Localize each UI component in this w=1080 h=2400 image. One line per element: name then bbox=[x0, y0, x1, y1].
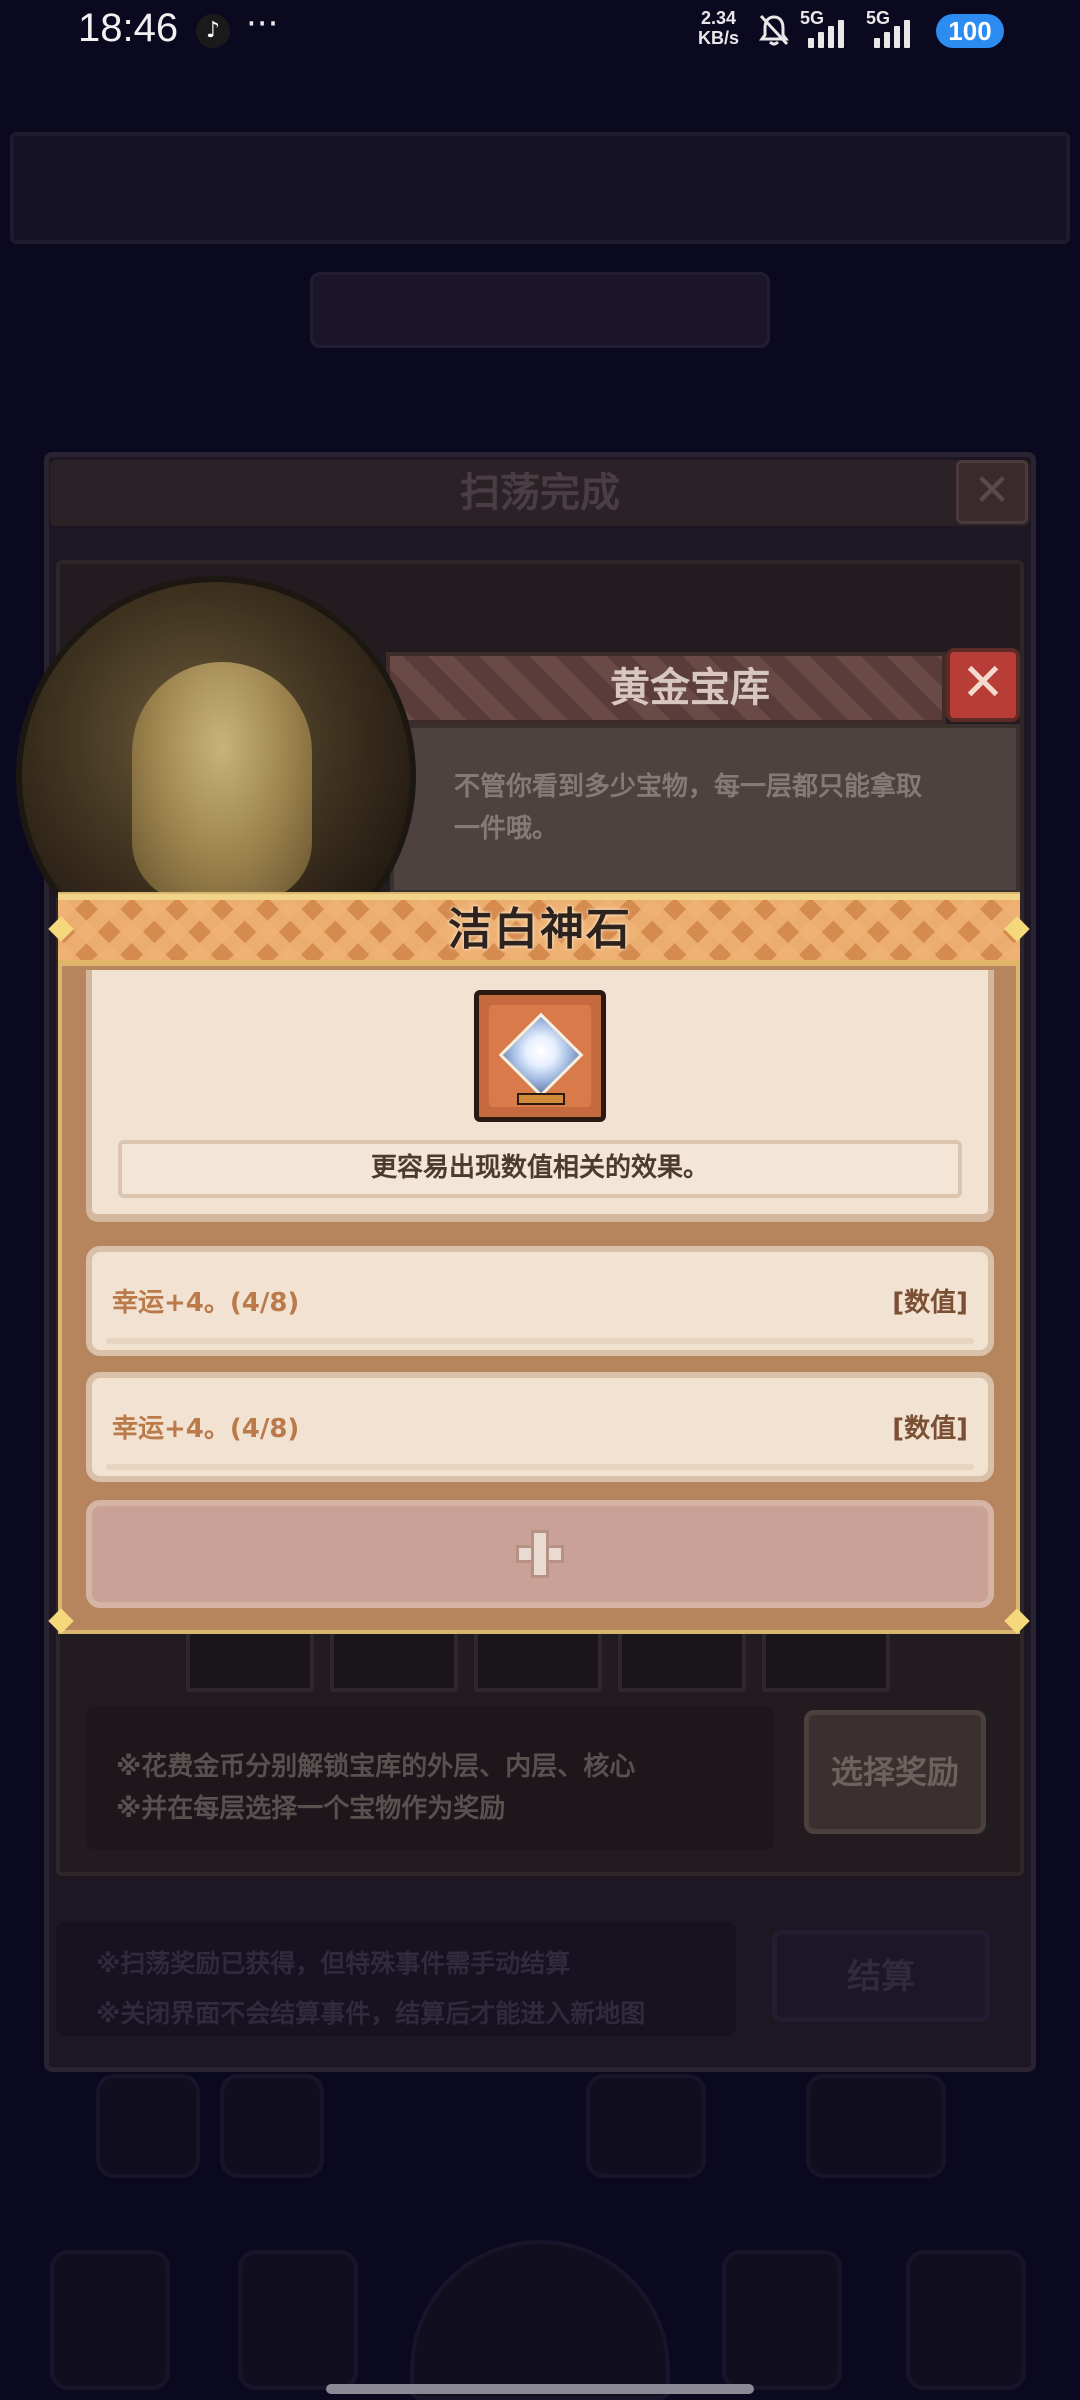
player-info-bar bbox=[10, 132, 1070, 244]
item-description: 更容易出现数值相关的效果。 bbox=[370, 1153, 709, 1183]
effect-text: 幸运+4。(4/8) bbox=[112, 1288, 300, 1318]
menu-tile bbox=[806, 2074, 946, 2178]
effect-text: 幸运+4。(4/8) bbox=[112, 1414, 300, 1444]
sweep-note: ※扫荡奖励已获得，但特殊事件需手动结算 bbox=[96, 1949, 571, 1978]
home-indicator[interactable] bbox=[326, 2384, 754, 2394]
white-gem-icon bbox=[474, 990, 606, 1122]
map-nav-bar bbox=[310, 272, 770, 348]
plus-icon bbox=[516, 1530, 564, 1578]
treasury-note: ※并在每层选择一个宝物作为奖励 bbox=[116, 1794, 506, 1824]
close-icon[interactable]: ✕ bbox=[946, 648, 1020, 722]
choose-reward-button[interactable]: 选择奖励 bbox=[804, 1710, 986, 1834]
effect-tag: [数值] bbox=[892, 1288, 968, 1318]
item-name: 洁白神石 bbox=[448, 904, 632, 955]
bottom-nav-tile bbox=[722, 2250, 842, 2390]
sweep-close-icon[interactable]: ✕ bbox=[956, 460, 1028, 524]
bottom-nav-tile bbox=[238, 2250, 358, 2390]
bottom-nav-tile bbox=[906, 2250, 1026, 2390]
sweep-note: ※关闭界面不会结算事件，结算后才能进入新地图 bbox=[96, 1999, 646, 2028]
treasury-note: ※花费金币分别解锁宝库的外层、内层、核心 bbox=[116, 1752, 636, 1782]
effect-tag: [数值] bbox=[892, 1414, 968, 1444]
menu-tile bbox=[96, 2074, 200, 2178]
layer-slot bbox=[618, 1626, 746, 1692]
settle-button[interactable]: 结算 bbox=[772, 1930, 990, 2022]
bottom-nav-tile bbox=[50, 2250, 170, 2390]
sweep-dialog-title: 扫荡完成 bbox=[50, 460, 1030, 526]
treasury-title: 黄金宝库 bbox=[610, 665, 770, 711]
layer-slot bbox=[762, 1626, 890, 1692]
layer-slot bbox=[474, 1626, 602, 1692]
menu-tile bbox=[586, 2074, 706, 2178]
npc-figure bbox=[132, 662, 312, 902]
layer-slot bbox=[330, 1626, 458, 1692]
treasury-description: 不管你看到多少宝物，每一层都只能拿取一件哦。 bbox=[454, 772, 923, 844]
menu-tile bbox=[220, 2074, 324, 2178]
bottom-nav-center bbox=[410, 2240, 670, 2400]
layer-slot bbox=[186, 1626, 314, 1692]
